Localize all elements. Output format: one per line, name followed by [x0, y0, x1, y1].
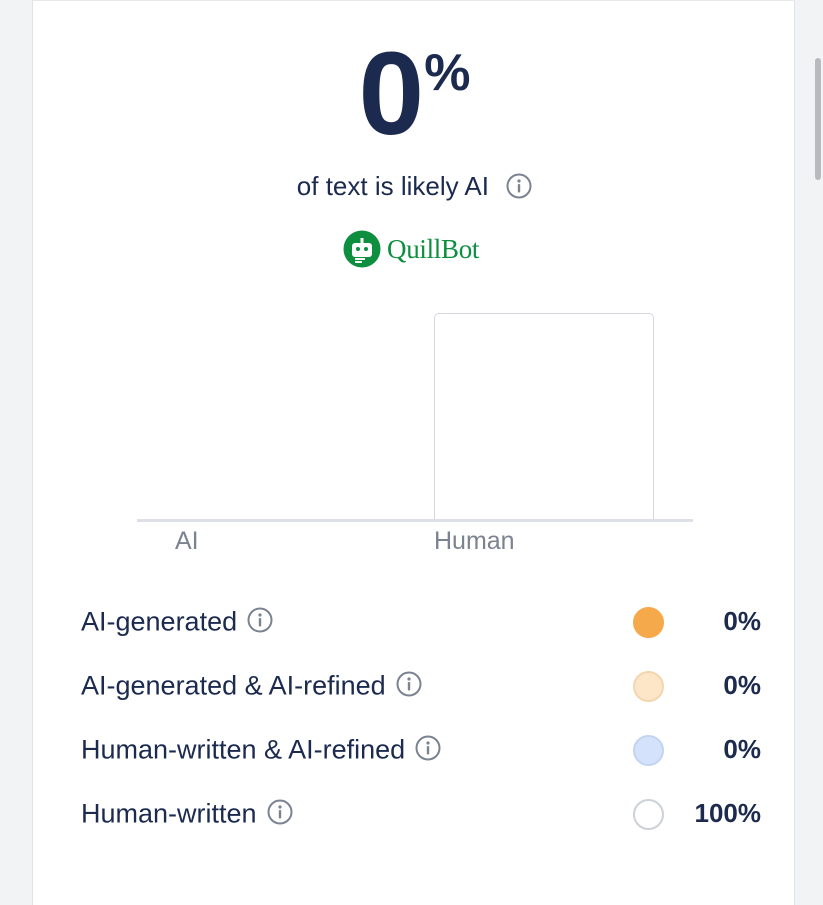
- bar-human: [434, 313, 654, 521]
- ai-score-percent-sign: %: [424, 44, 471, 102]
- quillbot-logo-text: QuillBot: [387, 233, 480, 264]
- breakdown-label: AI-generated: [81, 605, 273, 637]
- breakdown-value: 0%: [723, 606, 761, 636]
- scrollbar-thumb[interactable]: [815, 58, 821, 180]
- page: 0% of text is likely AI QuillBot AI Huma…: [0, 0, 823, 905]
- breakdown-value: 0%: [723, 670, 761, 700]
- breakdown-label: AI-generated & AI-refined: [81, 669, 422, 701]
- quillbot-logo-icon: [343, 230, 381, 268]
- tick-label-human: Human: [434, 527, 515, 555]
- info-icon[interactable]: [506, 173, 532, 199]
- color-dot: [633, 607, 664, 638]
- breakdown-label-text: Human-written & AI-refined: [81, 734, 406, 765]
- color-dot: [633, 671, 664, 702]
- breakdown-row-ai-generated-ai-refined: AI-generated & AI-refined 0%: [81, 665, 761, 729]
- breakdown-value: 0%: [723, 734, 761, 764]
- info-icon[interactable]: [396, 671, 422, 697]
- color-dot: [633, 799, 664, 830]
- breakdown-row-human-written-ai-refined: Human-written & AI-refined 0%: [81, 729, 761, 793]
- info-icon[interactable]: [415, 735, 441, 761]
- breakdown-label-text: Human-written: [81, 798, 257, 829]
- breakdown-label-text: AI-generated: [81, 606, 238, 637]
- breakdown-label-text: AI-generated & AI-refined: [81, 670, 386, 701]
- info-icon[interactable]: [247, 607, 273, 633]
- breakdown-value: 100%: [694, 798, 762, 828]
- ai-score: 0%: [33, 35, 796, 153]
- breakdown-label: Human-written & AI-refined: [81, 733, 441, 765]
- ai-human-bar-chart: AI Human: [137, 301, 697, 566]
- breakdown-label: Human-written: [81, 797, 293, 829]
- color-dot: [633, 735, 664, 766]
- ai-detector-result-card: 0% of text is likely AI QuillBot AI Huma…: [32, 0, 795, 905]
- ai-score-caption: of text is likely AI: [33, 171, 796, 202]
- ai-score-number: 0: [358, 28, 425, 160]
- chart-x-axis: [137, 519, 693, 522]
- ai-score-caption-text: of text is likely AI: [296, 171, 489, 201]
- result-breakdown-list: AI-generated 0% AI-generated & AI-refine…: [81, 601, 761, 857]
- quillbot-logo: QuillBot: [343, 229, 479, 269]
- info-icon[interactable]: [267, 799, 293, 825]
- breakdown-row-ai-generated: AI-generated 0%: [81, 601, 761, 665]
- breakdown-row-human-written: Human-written 100%: [81, 793, 761, 857]
- tick-label-ai: AI: [175, 527, 199, 555]
